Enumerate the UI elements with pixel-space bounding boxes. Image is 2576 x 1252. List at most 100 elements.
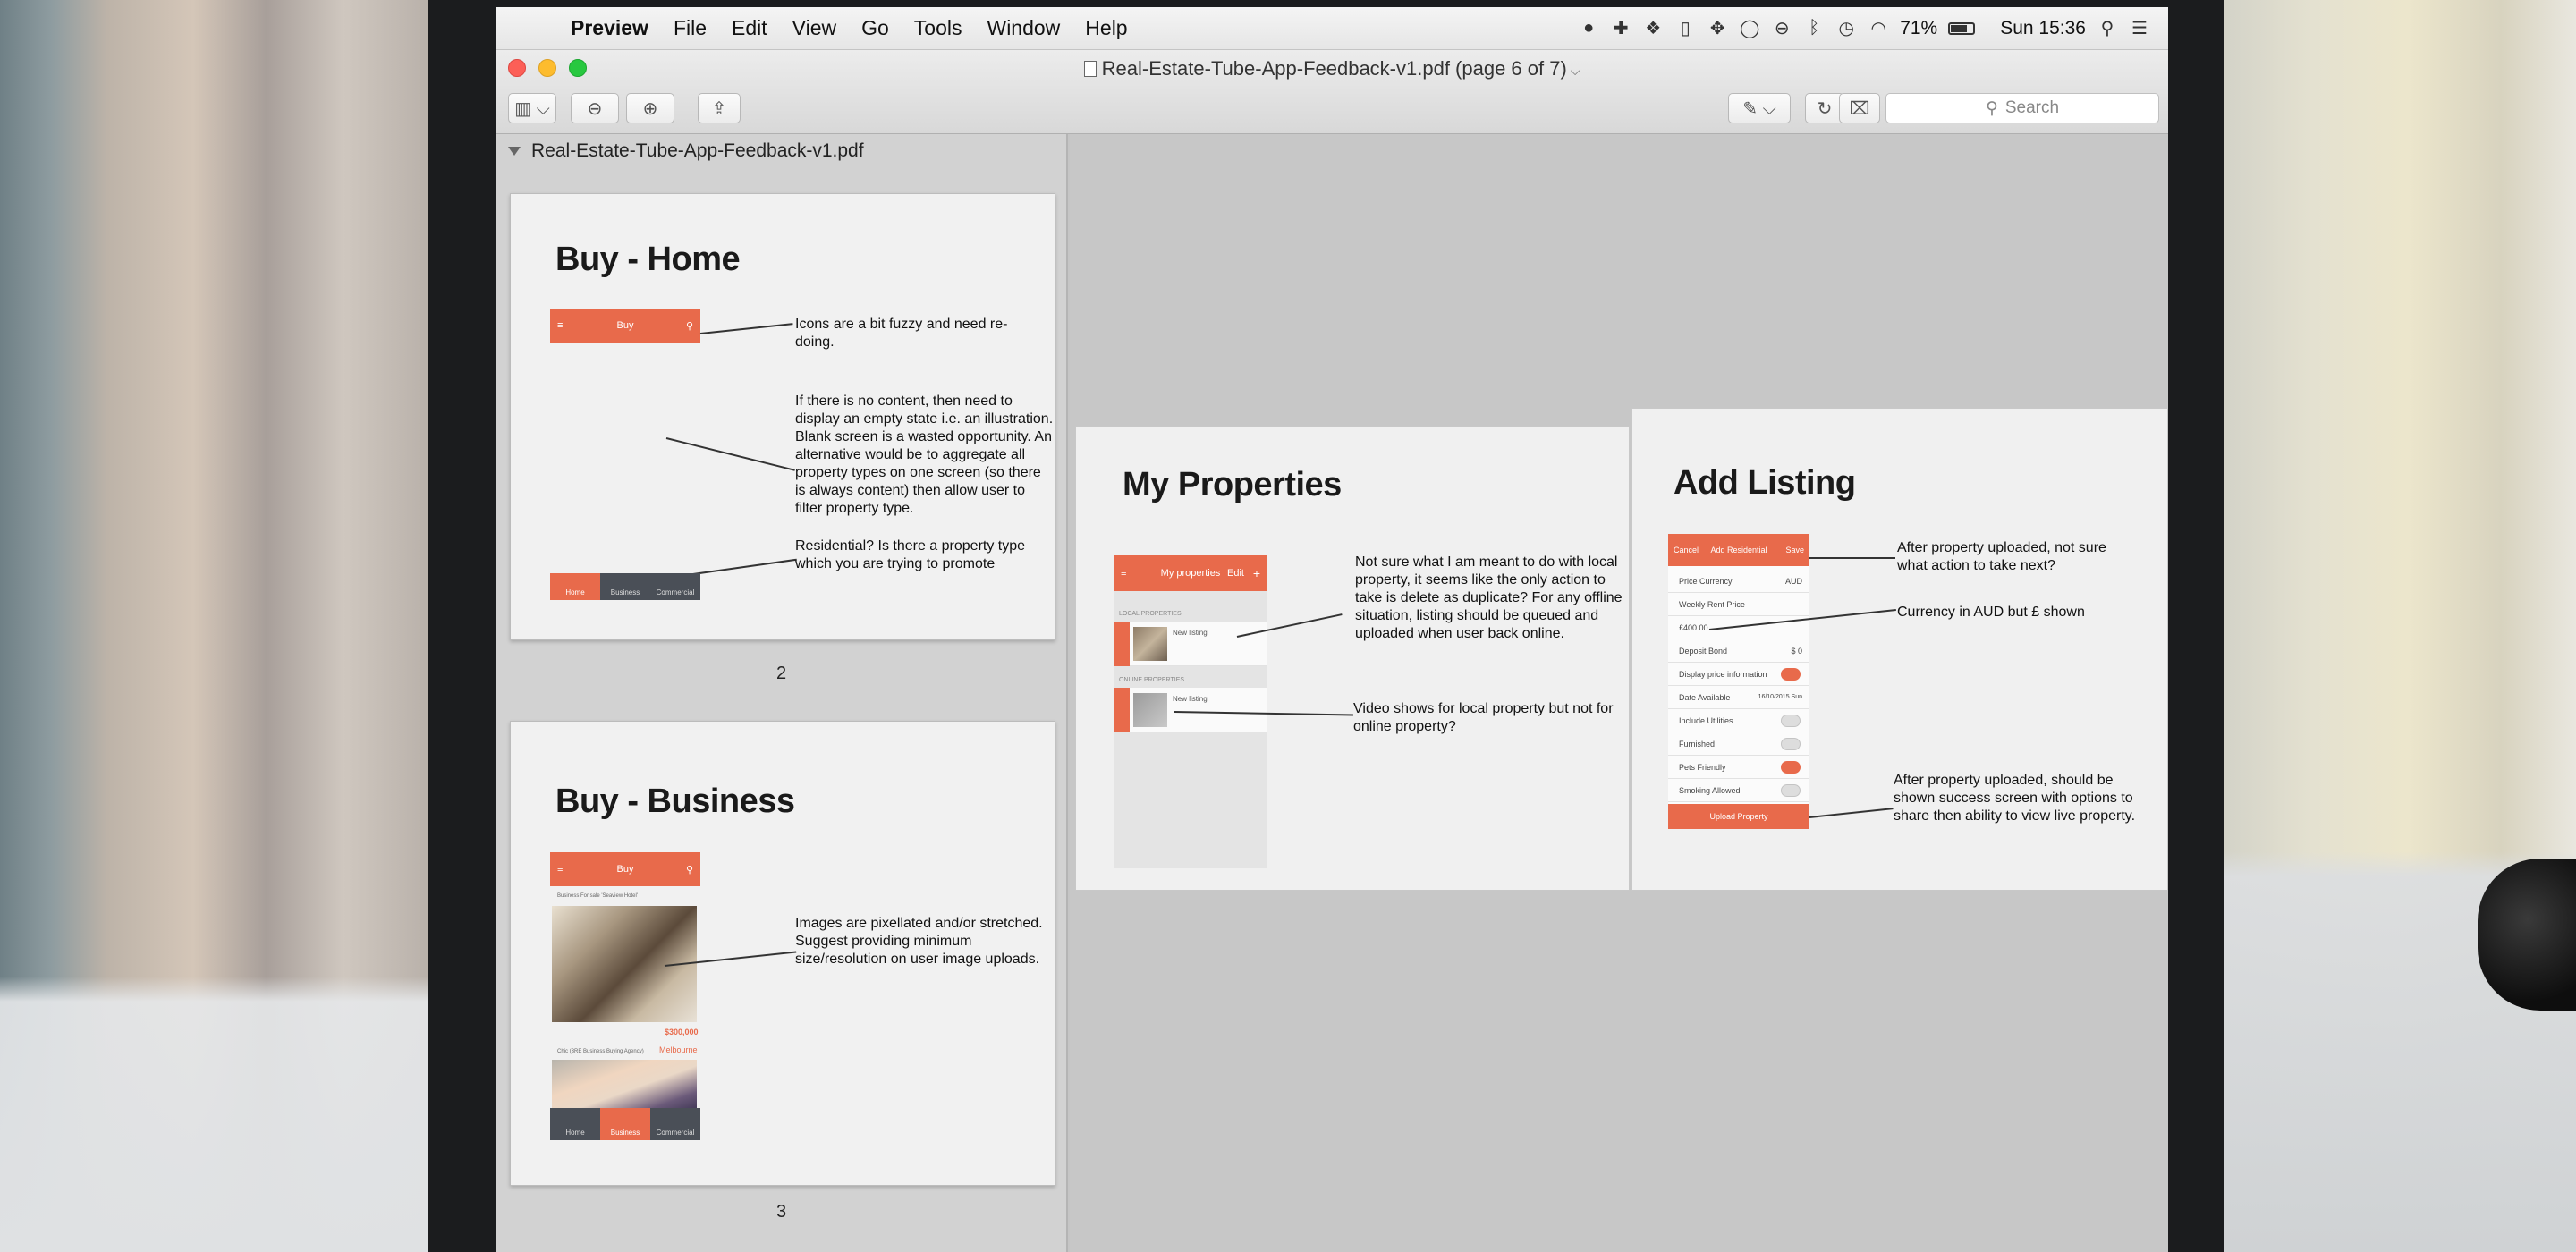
phone-header-label: My properties	[1160, 568, 1221, 579]
field-label: Display price information	[1679, 669, 1767, 679]
field-label: Smoking Allowed	[1679, 785, 1741, 795]
computer-mouse	[2478, 859, 2576, 1011]
slide-title: Buy - Business	[555, 782, 795, 820]
upload-property-button: Upload Property	[1668, 804, 1809, 829]
markup-button[interactable]: ✎ ⌵	[1728, 93, 1791, 123]
listing-photo-child	[552, 1060, 697, 1113]
annotation-line	[699, 323, 793, 334]
markup-toolbar-button[interactable]: ⌧	[1839, 93, 1880, 123]
sync-icon[interactable]: ⊖	[1771, 18, 1792, 39]
menu-tools[interactable]: Tools	[902, 16, 975, 40]
document-icon	[1083, 61, 1097, 77]
menu-window[interactable]: Window	[974, 16, 1072, 40]
item-title: New listing	[1173, 629, 1208, 637]
notification-center-icon[interactable]: ☰	[2129, 18, 2150, 39]
listing-caption: Business For sale 'Seaview Hotel'	[557, 893, 638, 899]
page-thumbnail-2[interactable]: Buy - Home ≡ Buy ⚲ Icons are a bit fuzzy…	[510, 193, 1055, 640]
upload-property-label: Upload Property	[1709, 812, 1768, 821]
zoom-in-button[interactable]: ⊕	[626, 93, 674, 123]
phone-icon[interactable]: ▯	[1674, 18, 1696, 39]
form-row: Display price information	[1668, 663, 1809, 686]
document-view[interactable]: My Properties ≡ My properties Edit + LOC…	[1070, 134, 2168, 1252]
form-row: Date Available 16/10/2015 Sun	[1668, 686, 1809, 709]
move-icon[interactable]: ✥	[1707, 18, 1728, 39]
menu-app-name[interactable]: Preview	[558, 16, 661, 40]
sidebar-file-header[interactable]: Real-Estate-Tube-App-Feedback-v1.pdf	[496, 134, 1066, 168]
phone-header-label: Add Residential	[1710, 546, 1767, 554]
header-cancel: Cancel	[1674, 546, 1699, 554]
menu-help[interactable]: Help	[1072, 16, 1140, 40]
phone-header-label: Buy	[616, 864, 634, 875]
hamburger-icon: ≡	[1121, 568, 1127, 579]
slide-title: Buy - Home	[555, 241, 741, 278]
battery-percent: 71%	[1900, 17, 1938, 38]
field-value: $ 0	[1791, 646, 1802, 656]
list-item-local: New listing	[1114, 622, 1267, 666]
listing-thumb	[1133, 627, 1167, 661]
page-thumbnail-3[interactable]: Buy - Business ≡ Buy ⚲ Business For sale…	[510, 721, 1055, 1186]
share-icon: ⇪	[711, 98, 727, 119]
zoom-out-button[interactable]: ⊖	[571, 93, 619, 123]
chevron-down-icon[interactable]: ⌵	[1567, 63, 1580, 78]
form-row: Weekly Rent Price	[1668, 593, 1809, 616]
page-number-3: 3	[776, 1202, 787, 1222]
page-number-2: 2	[776, 664, 787, 683]
menu-edit[interactable]: Edit	[719, 16, 780, 40]
annotation-line	[665, 437, 795, 471]
delete-swipe	[1114, 688, 1130, 732]
field-label: Furnished	[1679, 739, 1716, 749]
annotation-note: Residential? Is there a property type wh…	[795, 538, 1026, 571]
annotation-note: After property uploaded, not sure what a…	[1897, 540, 2106, 573]
annotation-note: After property uploaded, should be shown…	[1894, 773, 2136, 824]
menu-view[interactable]: View	[780, 16, 849, 40]
annotation-note: Currency in AUD but £ shown	[1897, 605, 2085, 620]
thumbnail-sidebar[interactable]: Real-Estate-Tube-App-Feedback-v1.pdf Buy…	[496, 134, 1068, 1252]
sidebar-toggle-button[interactable]: ▥ ⌵	[508, 93, 556, 123]
phone-mockup: Cancel Add Residential Save Price Curren…	[1668, 534, 1809, 829]
zoom-in-icon: ⊕	[642, 98, 658, 119]
field-label: Weekly Rent Price	[1679, 599, 1745, 609]
search-field[interactable]: ⚲ Search	[1885, 93, 2159, 123]
field-label: Price Currency	[1679, 576, 1733, 586]
delete-swipe	[1114, 622, 1130, 666]
field-value: AUD	[1784, 576, 1802, 586]
bluetooth-icon[interactable]: ᛒ	[1803, 18, 1825, 39]
field-label: Include Utilities	[1679, 715, 1733, 725]
form-row: Price Currency AUD	[1668, 570, 1809, 593]
sidebar-icon: ▥ ⌵	[514, 98, 550, 119]
menu-go[interactable]: Go	[849, 16, 902, 40]
toolbox-icon: ⌧	[1849, 98, 1870, 119]
time-machine-icon[interactable]: ◷	[1835, 18, 1857, 39]
annotation-note: Icons are a bit fuzzy and need re-doing.	[795, 317, 1008, 350]
ghost-icon[interactable]: ●	[1578, 18, 1599, 39]
dropbox-icon[interactable]: ❖	[1642, 18, 1664, 39]
phone-header-bar: ≡ My properties Edit +	[1114, 555, 1267, 591]
plus-cross-icon[interactable]: ✚	[1610, 18, 1631, 39]
disclosure-triangle-icon[interactable]	[508, 147, 521, 156]
tab-home: Home	[550, 573, 600, 600]
annotation-note: Images are pixellated and/or stretched. …	[795, 916, 1043, 967]
window-title[interactable]: Real-Estate-Tube-App-Feedback-v1.pdf (pa…	[496, 57, 2168, 80]
listing-price: $300,000	[665, 1028, 699, 1036]
hamburger-icon: ≡	[557, 864, 564, 875]
listing-location: Melbourne	[659, 1045, 698, 1054]
hamburger-icon: ≡	[557, 320, 564, 331]
tab-home: Home	[565, 1129, 585, 1137]
form-row: Include Utilities	[1668, 709, 1809, 732]
menu-file[interactable]: File	[661, 16, 719, 40]
pen-icon: ✎ ⌵	[1742, 98, 1776, 119]
clock[interactable]: Sun 15:36	[2000, 18, 2086, 39]
battery-icon[interactable]	[1948, 21, 1976, 35]
circle-icon[interactable]: ◯	[1739, 18, 1760, 39]
status-area: ● ✚ ❖ ▯ ✥ ◯ ⊖ ᛒ ◷ ◠ 71% Sun 15:36 ⚲ ☰	[1578, 18, 2168, 39]
form-row: Pets Friendly	[1668, 756, 1809, 779]
field-label: Deposit Bond	[1679, 646, 1728, 656]
wifi-icon[interactable]: ◠	[1868, 18, 1889, 39]
share-button[interactable]: ⇪	[698, 93, 741, 123]
toggle-switch	[1781, 783, 1801, 797]
page-my-properties: My Properties ≡ My properties Edit + LOC…	[1075, 426, 1630, 891]
field-label: £400.00	[1679, 622, 1708, 632]
spotlight-icon[interactable]: ⚲	[2097, 18, 2118, 39]
search-icon: ⚲	[1985, 98, 1998, 118]
background-photo-right	[2200, 0, 2576, 1252]
